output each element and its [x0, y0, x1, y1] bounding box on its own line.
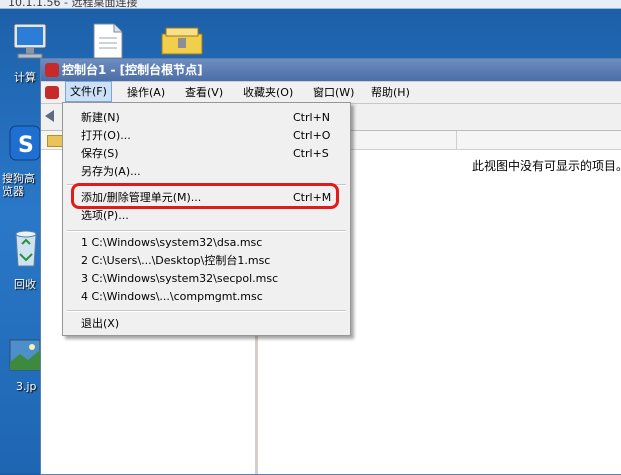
desktop-icon-label: 搜狗高 览器 [2, 172, 35, 198]
menu-action[interactable]: 操作(A) [127, 82, 165, 103]
folder-icon [47, 135, 63, 147]
menu-item-recent-3[interactable]: 3 C:\Windows\system32\secpol.msc [63, 270, 350, 288]
red-highlight-circle [71, 183, 339, 209]
empty-view-message: 此视图中没有可显示的项目。 [472, 159, 621, 173]
menu-favorites[interactable]: 收藏夹(O) [243, 82, 293, 103]
remote-desktop-bar: 10.1.1.56 - 远程桌面连接 [0, 0, 621, 9]
title-bar[interactable]: 控制台1 - [控制台根节点] [41, 59, 621, 81]
desktop-icon-label: 回收 [14, 278, 36, 291]
menu-item-exit[interactable]: 退出(X) [63, 315, 350, 333]
archive-icon [161, 27, 203, 55]
desktop-icon-label: 3.jp [16, 380, 37, 393]
desktop-icon-archive[interactable] [158, 22, 203, 62]
remote-desktop-title: 10.1.1.56 - 远程桌面连接 [8, 0, 138, 9]
menu-item-recent-2[interactable]: 2 C:\Users\...\Desktop\控制台1.msc [63, 252, 350, 270]
recycle-bin-icon [15, 230, 37, 267]
menu-item-recent-1[interactable]: 1 C:\Windows\system32\dsa.msc [63, 234, 350, 252]
desktop-icon-label: 计算 [14, 71, 36, 84]
menu-item-open[interactable]: 打开(O)... Ctrl+O [63, 127, 350, 145]
menu-window[interactable]: 窗口(W) [313, 82, 354, 103]
menu-item-save[interactable]: 保存(S) Ctrl+S [63, 145, 350, 163]
console-icon[interactable] [45, 86, 59, 99]
menu-view[interactable]: 查看(V) [185, 82, 223, 103]
column-2[interactable] [457, 131, 621, 149]
image-file-icon [9, 339, 41, 371]
document-icon [93, 23, 123, 59]
file-menu-dropdown: 新建(N) Ctrl+N 打开(O)... Ctrl+O 保存(S) Ctrl+… [62, 102, 351, 336]
menu-separator [67, 310, 346, 312]
menu-item-new[interactable]: 新建(N) Ctrl+N [63, 109, 350, 127]
menu-help[interactable]: 帮助(H) [371, 82, 410, 103]
window-title: 控制台1 - [控制台根节点] [62, 63, 203, 77]
menu-bar: 文件(F) 操作(A) 查看(V) 收藏夹(O) 窗口(W) 帮助(H) [41, 81, 621, 104]
menu-item-options[interactable]: 选项(P)... [63, 207, 350, 225]
menu-file[interactable]: 文件(F) [65, 81, 112, 102]
sogou-browser-icon: S [9, 125, 41, 161]
menu-item-save-as[interactable]: 另存为(A)... [63, 163, 350, 181]
svg-text:S: S [18, 133, 34, 158]
desktop-icon-document[interactable] [90, 22, 134, 62]
menu-item-recent-4[interactable]: 4 C:\Windows\...\compmgmt.msc [63, 288, 350, 306]
back-arrow-icon[interactable] [45, 110, 54, 122]
mmc-app-icon [45, 63, 59, 77]
menu-separator [67, 230, 346, 232]
